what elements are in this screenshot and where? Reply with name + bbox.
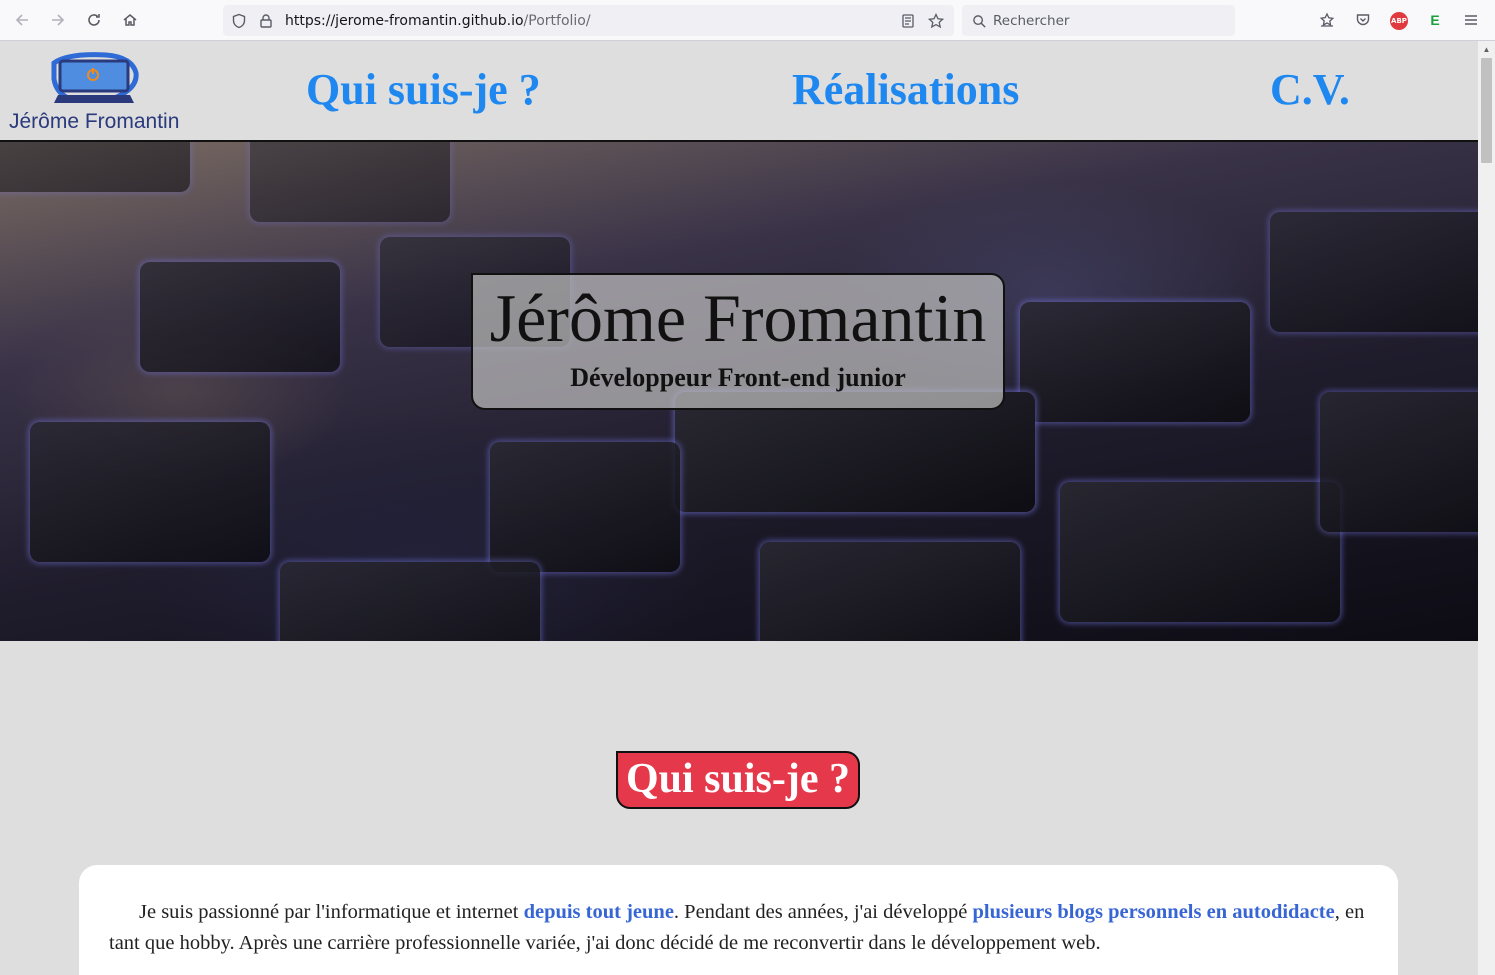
url-text[interactable]: https://jerome-fromantin.github.io/Portf… (285, 13, 591, 29)
nav-link-qui-suis-je[interactable]: Qui suis-je ? (306, 64, 541, 115)
scrollbar-thumb[interactable] (1481, 58, 1492, 163)
search-icon (965, 7, 993, 35)
keyboard-key (760, 542, 1020, 641)
bookmark-star-icon[interactable] (922, 7, 950, 35)
keyboard-key (250, 142, 450, 222)
computer-logo-icon (51, 52, 139, 103)
hero-banner: Jérôme Fromantin Développeur Front-end j… (0, 142, 1478, 641)
hero-title-box: Jérôme Fromantin Développeur Front-end j… (471, 273, 1005, 410)
home-icon[interactable] (116, 6, 144, 34)
nav-link-cv[interactable]: C.V. (1270, 64, 1350, 115)
about-paragraph: Je suis passionné par l'informatique et … (109, 897, 1368, 959)
back-arrow-icon[interactable] (8, 6, 36, 34)
logo-text: Jérôme Fromantin (9, 110, 180, 133)
search-placeholder: Rechercher (993, 13, 1070, 29)
adblock-extension-icon[interactable]: ABP (1390, 12, 1408, 30)
paragraph-text: Je suis passionné par l'informatique et … (139, 901, 524, 923)
hero-subtitle: Développeur Front-end junior (570, 363, 906, 392)
search-bar[interactable]: Rechercher (962, 5, 1235, 36)
pocket-icon[interactable] (1349, 6, 1377, 34)
lock-icon[interactable] (252, 7, 280, 35)
keyboard-key-g (675, 392, 1035, 512)
keyboard-key (1320, 392, 1478, 532)
keyboard-key (490, 442, 680, 572)
url-path: /Portfolio/ (523, 13, 591, 29)
site-logo[interactable]: Jérôme Fromantin (8, 49, 180, 135)
keyboard-key (280, 562, 540, 641)
paragraph-text: . Pendant des années, j'ai développé (673, 901, 973, 923)
page-viewport: Jérôme Fromantin Qui suis-je ? Réalisati… (0, 41, 1478, 975)
vertical-scrollbar[interactable]: ▲ (1478, 41, 1495, 975)
shield-icon[interactable] (225, 7, 253, 35)
keyboard-key (0, 142, 190, 192)
url-domain: https://jerome-fromantin.github.io (285, 13, 524, 29)
scroll-up-arrow-icon[interactable]: ▲ (1478, 41, 1495, 58)
forward-arrow-icon[interactable] (44, 6, 72, 34)
reload-icon[interactable] (80, 6, 108, 34)
menu-icon[interactable] (1457, 6, 1485, 34)
reader-view-icon[interactable] (894, 7, 922, 35)
browser-toolbar: https://jerome-fromantin.github.io/Portf… (0, 0, 1495, 41)
site-header: Jérôme Fromantin Qui suis-je ? Réalisati… (0, 41, 1478, 142)
highlight-text: depuis tout jeune (523, 901, 674, 923)
library-icon[interactable] (1313, 6, 1341, 34)
keyboard-key (1060, 482, 1340, 622)
keyboard-key (140, 262, 340, 372)
url-bar[interactable]: https://jerome-fromantin.github.io/Portf… (223, 5, 954, 36)
hero-title: Jérôme Fromantin (489, 280, 987, 356)
keyboard-key (1020, 302, 1250, 422)
about-card: Je suis passionné par l'informatique et … (79, 865, 1398, 975)
nav-link-realisations[interactable]: Réalisations (792, 64, 1019, 115)
keyboard-key (1270, 212, 1478, 332)
section-title: Qui suis-je ? (616, 751, 860, 809)
highlight-text: plusieurs blogs personnels en autodidact… (972, 901, 1335, 923)
e-extension-icon[interactable]: E (1428, 10, 1442, 30)
keyboard-key (30, 422, 270, 562)
